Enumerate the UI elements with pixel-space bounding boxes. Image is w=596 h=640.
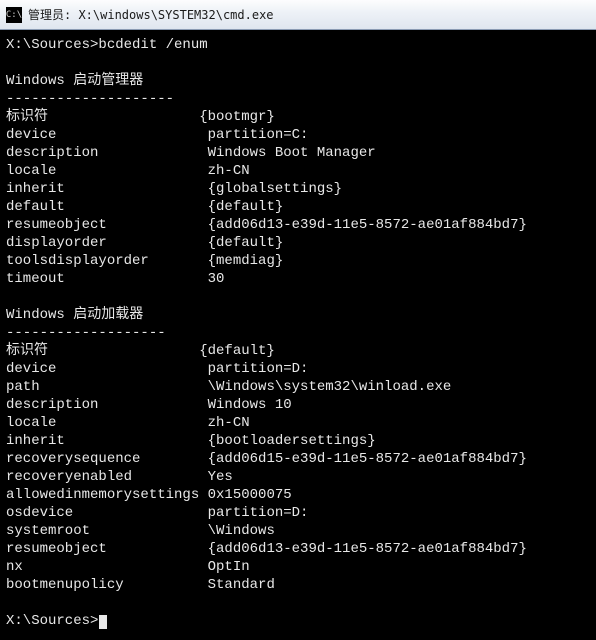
window-title: 管理员: X:\windows\SYSTEM32\cmd.exe xyxy=(28,6,274,23)
kv-row: displayorder {default} xyxy=(6,235,283,251)
section-divider: ------------------- xyxy=(6,325,166,341)
text-cursor xyxy=(99,615,107,629)
section-divider: -------------------- xyxy=(6,91,174,107)
kv-row: default {default} xyxy=(6,199,283,215)
kv-row: resumeobject {add06d13-e39d-11e5-8572-ae… xyxy=(6,217,527,233)
shell-command: bcdedit /enum xyxy=(98,37,207,53)
kv-row: 标识符 {bootmgr} xyxy=(6,109,275,125)
kv-row: toolsdisplayorder {memdiag} xyxy=(6,253,283,269)
kv-row: bootmenupolicy Standard xyxy=(6,577,275,593)
kv-row: timeout 30 xyxy=(6,271,224,287)
kv-row: path \Windows\system32\winload.exe xyxy=(6,379,451,395)
section-header-loader: Windows 启动加载器 xyxy=(6,307,143,323)
kv-row: description Windows 10 xyxy=(6,397,292,413)
shell-prompt: X:\Sources> xyxy=(6,37,98,53)
kv-row: inherit {bootloadersettings} xyxy=(6,433,376,449)
section-header-bootmgr: Windows 启动管理器 xyxy=(6,73,143,89)
kv-row: resumeobject {add06d13-e39d-11e5-8572-ae… xyxy=(6,541,527,557)
kv-row: allowedinmemorysettings 0x15000075 xyxy=(6,487,292,503)
kv-row: device partition=D: xyxy=(6,361,308,377)
kv-row: locale zh-CN xyxy=(6,163,250,179)
kv-row: recoveryenabled Yes xyxy=(6,469,233,485)
terminal-output[interactable]: X:\Sources>bcdedit /enum Windows 启动管理器 -… xyxy=(0,30,596,640)
kv-row: locale zh-CN xyxy=(6,415,250,431)
window-titlebar[interactable]: C:\ 管理员: X:\windows\SYSTEM32\cmd.exe xyxy=(0,0,596,30)
kv-row: osdevice partition=D: xyxy=(6,505,308,521)
kv-row: 标识符 {default} xyxy=(6,343,275,359)
kv-row: device partition=C: xyxy=(6,127,308,143)
kv-row: nx OptIn xyxy=(6,559,250,575)
shell-prompt: X:\Sources> xyxy=(6,613,98,629)
kv-row: inherit {globalsettings} xyxy=(6,181,342,197)
cmd-icon: C:\ xyxy=(6,7,22,23)
kv-row: description Windows Boot Manager xyxy=(6,145,376,161)
kv-row: recoverysequence {add06d15-e39d-11e5-857… xyxy=(6,451,527,467)
kv-row: systemroot \Windows xyxy=(6,523,275,539)
